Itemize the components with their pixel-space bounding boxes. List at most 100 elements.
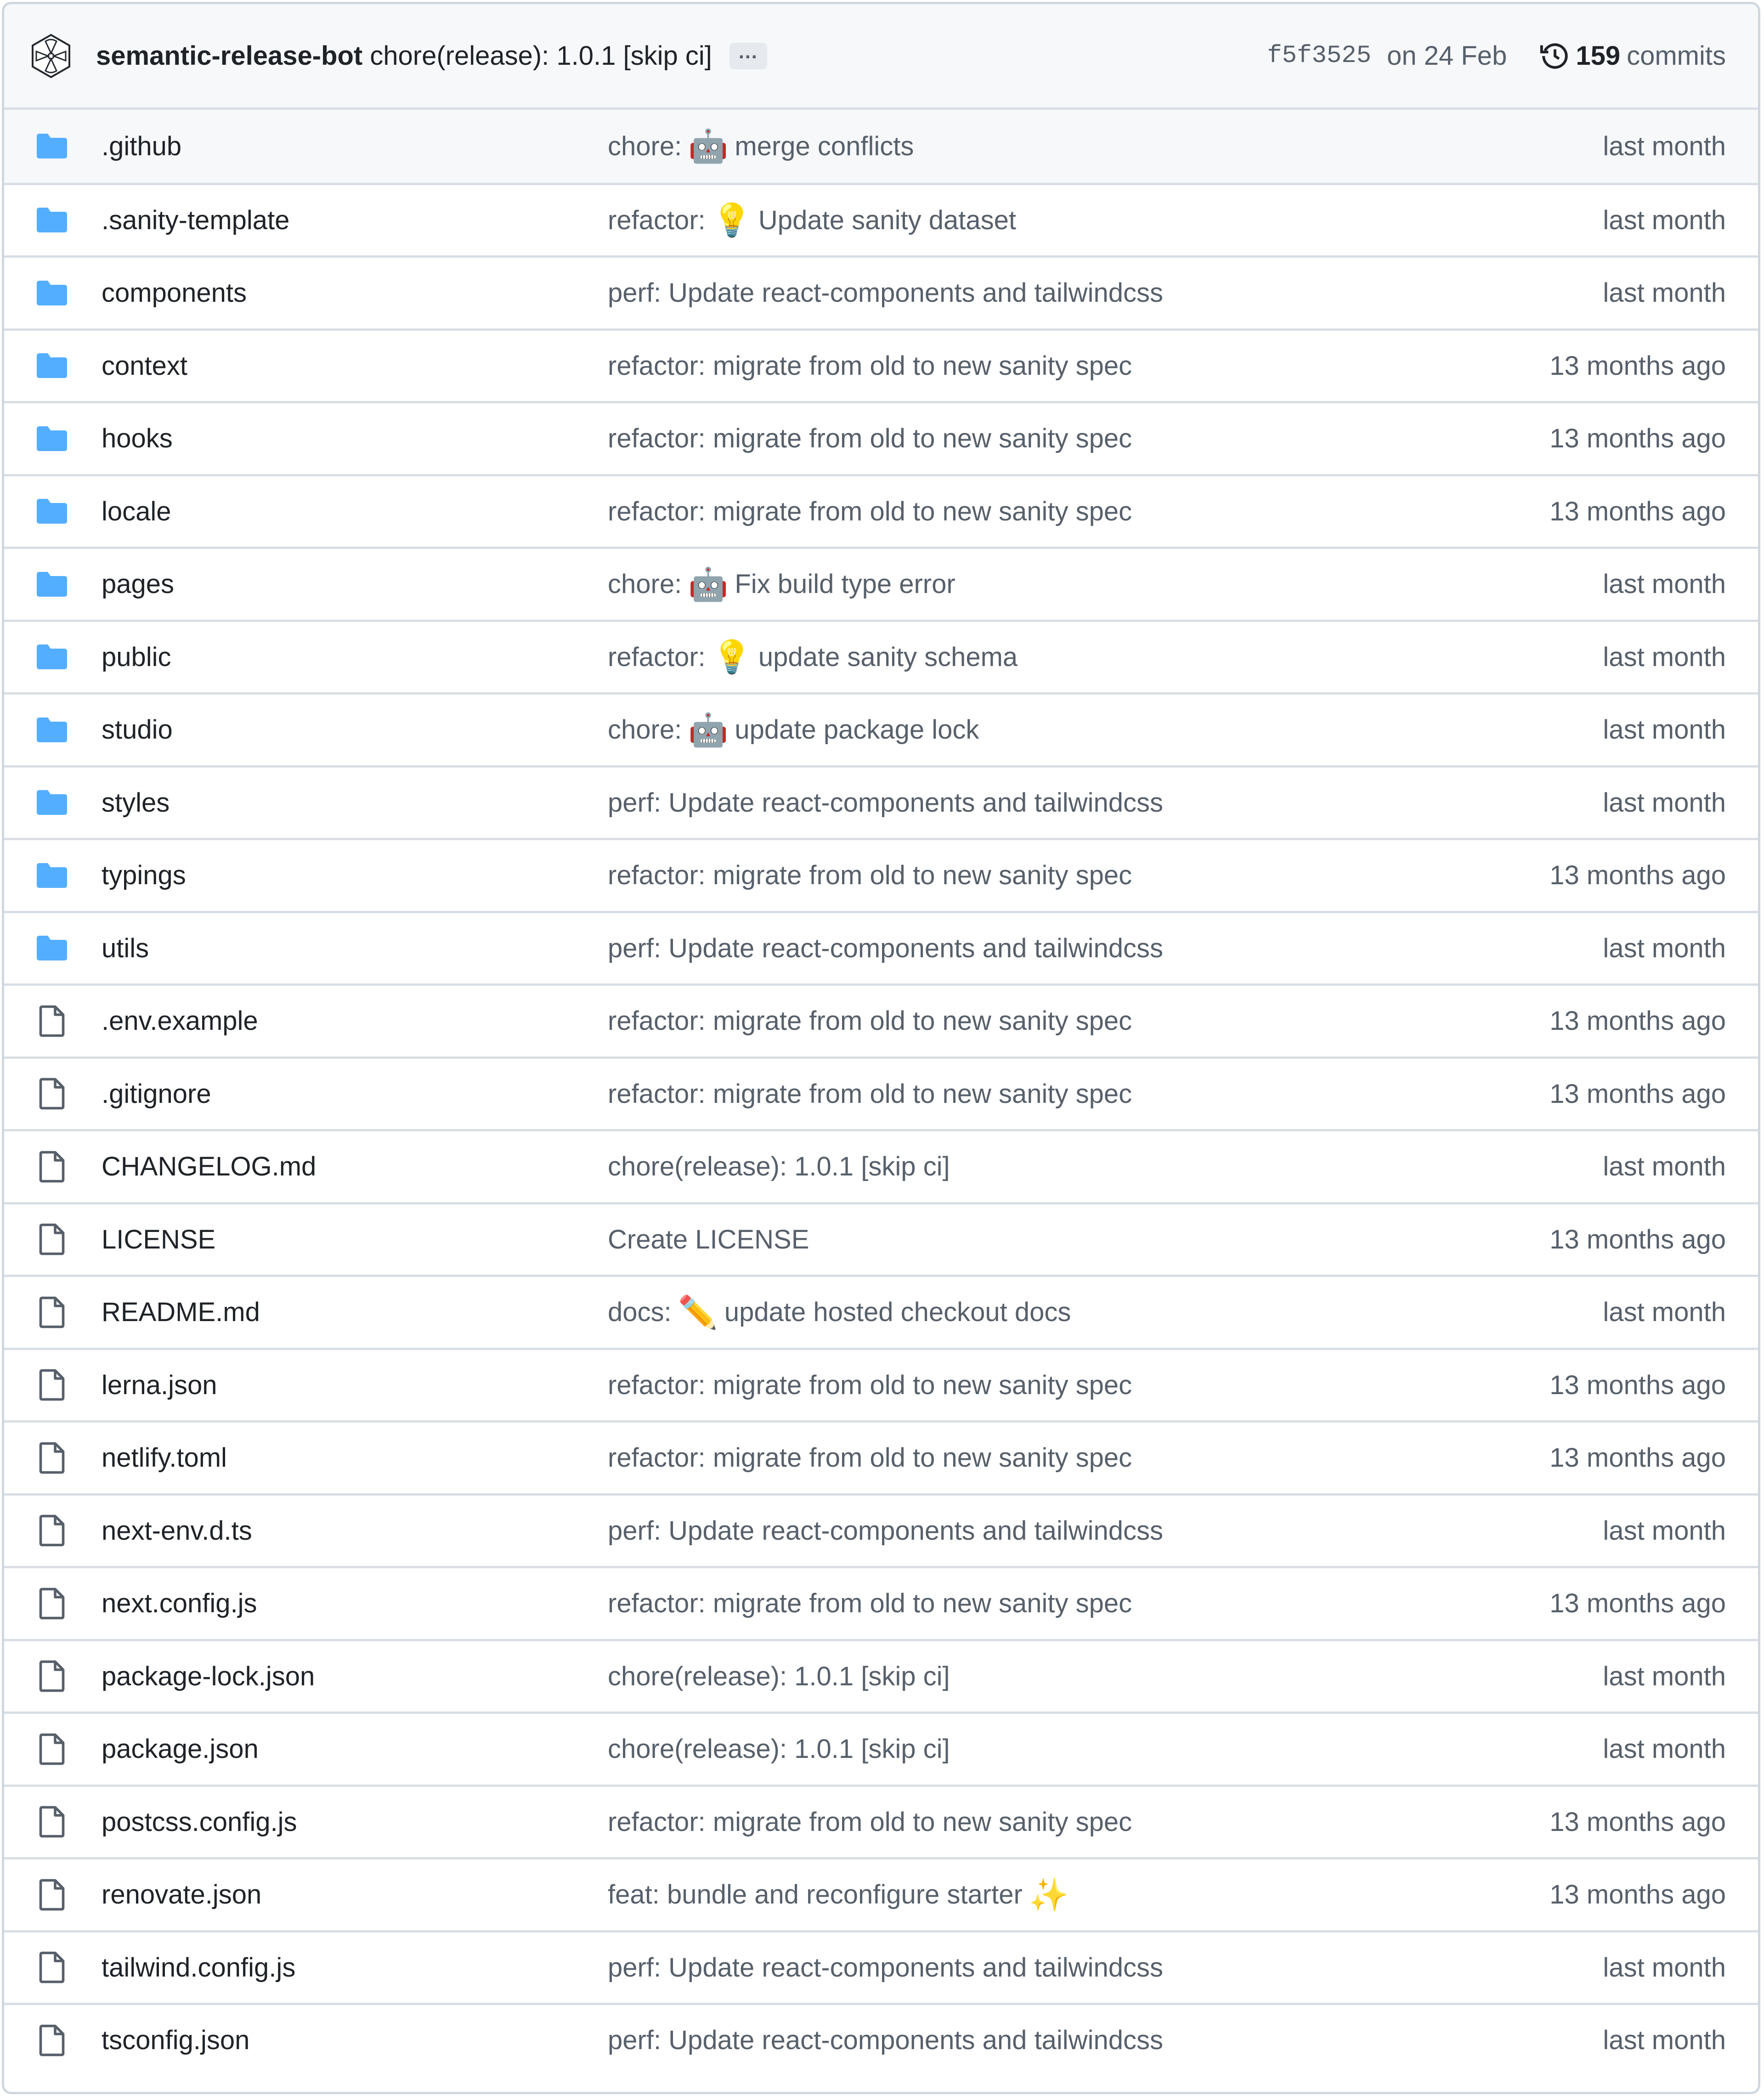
file-row-sanity-template[interactable]: .sanity-template refactor: 💡 Update sanity…	[4, 182, 1758, 256]
commit-message-link[interactable]: chore(release): 1.0.1 [skip ci]	[608, 1734, 1603, 1764]
file-row-package-lock-json[interactable]: package-lock.json chore(release): 1.0.1 …	[4, 1638, 1758, 1712]
file-name-link[interactable]: renovate.json	[102, 1879, 608, 1910]
file-row-env-example[interactable]: .env.example refactor: migrate from old …	[4, 983, 1758, 1056]
commit-message-link[interactable]: refactor: migrate from old to new sanity…	[608, 860, 1549, 891]
file-name-link[interactable]: locale	[102, 496, 608, 527]
commit-emoji-icon: 🤖	[688, 128, 729, 164]
file-row-lerna-json[interactable]: lerna.json refactor: migrate from old to…	[4, 1347, 1758, 1421]
file-row-locale[interactable]: locale refactor: migrate from old to new…	[4, 474, 1758, 547]
file-name-link[interactable]: next.config.js	[102, 1588, 608, 1619]
file-row-public[interactable]: public refactor: 💡 update sanity schema la…	[4, 619, 1758, 693]
commit-message-link[interactable]: feat: bundle and reconfigure starter ✨	[608, 1879, 1549, 1911]
folder-icon	[35, 786, 68, 819]
file-row-changelog-md[interactable]: CHANGELOG.md chore(release): 1.0.1 [skip…	[4, 1129, 1758, 1202]
file-name-link[interactable]: README.md	[102, 1297, 608, 1328]
file-name-link[interactable]: pages	[102, 569, 608, 599]
file-name-link[interactable]: public	[102, 642, 608, 672]
commit-message-link[interactable]: perf: Update react-components and tailwi…	[608, 933, 1603, 964]
commit-message-link[interactable]: refactor: migrate from old to new sanity…	[608, 1370, 1549, 1401]
file-row-postcss-config-js[interactable]: postcss.config.js refactor: migrate from…	[4, 1784, 1758, 1858]
commit-message-link[interactable]: refactor: migrate from old to new sanity…	[608, 1807, 1549, 1837]
commit-message-link[interactable]: refactor: migrate from old to new sanity…	[608, 423, 1549, 454]
file-name-link[interactable]: studio	[102, 714, 608, 745]
commit-message-link[interactable]: refactor: migrate from old to new sanity…	[608, 496, 1549, 527]
file-row-github[interactable]: .github chore: 🤖 merge conflicts last mont…	[4, 110, 1758, 183]
file-name-link[interactable]: .github	[102, 131, 608, 162]
commit-message-link[interactable]: refactor: migrate from old to new sanity…	[608, 1588, 1549, 1619]
file-row-typings[interactable]: typings refactor: migrate from old to ne…	[4, 838, 1758, 911]
file-row-studio[interactable]: studio chore: 🤖 update package lock last m…	[4, 692, 1758, 765]
commit-text: merge conflicts	[735, 131, 914, 161]
commit-message-link[interactable]: chore(release): 1.0.1 [skip ci]	[370, 40, 712, 71]
file-name-link[interactable]: .env.example	[102, 1006, 608, 1036]
file-row-netlify-toml[interactable]: netlify.toml refactor: migrate from old …	[4, 1420, 1758, 1493]
commit-message-link[interactable]: refactor: migrate from old to new sanity…	[608, 350, 1549, 381]
commit-message-link[interactable]: chore: 🤖 update package lock	[608, 714, 1603, 746]
commit-message-link[interactable]: refactor: migrate from old to new sanity…	[608, 1079, 1549, 1109]
file-icon	[35, 1660, 68, 1693]
commit-message-link[interactable]: perf: Update react-components and tailwi…	[608, 277, 1603, 308]
commit-history-link[interactable]: 159 commits	[1539, 40, 1726, 72]
file-name-link[interactable]: hooks	[102, 423, 608, 454]
commit-message-link[interactable]: Create LICENSE	[608, 1224, 1549, 1255]
commit-message-link[interactable]: chore(release): 1.0.1 [skip ci]	[608, 1151, 1603, 1182]
file-row-context[interactable]: context refactor: migrate from old to ne…	[4, 328, 1758, 401]
file-row-utils[interactable]: utils perf: Update react-components and …	[4, 910, 1758, 984]
file-row-package-json[interactable]: package.json chore(release): 1.0.1 [skip…	[4, 1712, 1758, 1785]
file-icon	[35, 1296, 68, 1329]
bot-avatar-icon[interactable]	[28, 33, 74, 79]
file-row-styles[interactable]: styles perf: Update react-components and…	[4, 765, 1758, 838]
file-row-components[interactable]: components perf: Update react-components…	[4, 255, 1758, 328]
file-name-link[interactable]: .gitignore	[102, 1079, 608, 1109]
file-name-link[interactable]: tsconfig.json	[102, 2025, 608, 2056]
commit-age: 13 months ago	[1549, 496, 1726, 526]
file-row-tailwind-config-js[interactable]: tailwind.config.js perf: Update react-co…	[4, 1930, 1758, 2003]
file-row-pages[interactable]: pages chore: 🤖 Fix build type error last m…	[4, 547, 1758, 620]
file-icon	[35, 1951, 68, 1984]
commit-message-link[interactable]: refactor: 💡 Update sanity dataset	[608, 204, 1603, 236]
file-name-link[interactable]: utils	[102, 933, 608, 964]
commit-message-link[interactable]: chore(release): 1.0.1 [skip ci]	[608, 1661, 1603, 1692]
file-row-license[interactable]: LICENSE Create LICENSE 13 months ago	[4, 1202, 1758, 1275]
file-name-link[interactable]: components	[102, 277, 608, 308]
file-row-renovate-json[interactable]: renovate.json feat: bundle and reconfigu…	[4, 1857, 1758, 1930]
expand-message-button[interactable]: …	[729, 41, 767, 69]
file-name-link[interactable]: styles	[102, 787, 608, 818]
file-row-readme-md[interactable]: README.md docs: ✏️ update hosted checkout …	[4, 1275, 1758, 1348]
file-name-link[interactable]: tailwind.config.js	[102, 1952, 608, 1983]
file-row-next-env-d-ts[interactable]: next-env.d.ts perf: Update react-compone…	[4, 1493, 1758, 1566]
file-name-link[interactable]: netlify.toml	[102, 1442, 608, 1473]
commit-message-link[interactable]: perf: Update react-components and tailwi…	[608, 1515, 1603, 1546]
file-name-link[interactable]: .sanity-template	[102, 205, 608, 236]
commit-text: Fix build type error	[735, 569, 956, 599]
commit-message-link[interactable]: perf: Update react-components and tailwi…	[608, 787, 1603, 818]
file-row-next-config-js[interactable]: next.config.js refactor: migrate from ol…	[4, 1566, 1758, 1639]
commit-message-link[interactable]: docs: ✏️ update hosted checkout docs	[608, 1296, 1603, 1328]
file-name-link[interactable]: next-env.d.ts	[102, 1515, 608, 1546]
file-name-link[interactable]: package.json	[102, 1734, 608, 1764]
commit-message-link[interactable]: refactor: migrate from old to new sanity…	[608, 1442, 1549, 1473]
file-row-tsconfig-json[interactable]: tsconfig.json perf: Update react-compone…	[4, 2003, 1758, 2076]
file-name-link[interactable]: lerna.json	[102, 1370, 608, 1401]
file-name-link[interactable]: postcss.config.js	[102, 1807, 608, 1837]
file-icon	[35, 1223, 68, 1256]
commit-age: last month	[1603, 569, 1726, 599]
commit-message-link[interactable]: refactor: 💡 update sanity schema	[608, 641, 1603, 673]
commit-text: Update sanity dataset	[758, 205, 1016, 235]
commit-message-link[interactable]: perf: Update react-components and tailwi…	[608, 1952, 1603, 1983]
commit-message-link[interactable]: refactor: migrate from old to new sanity…	[608, 1006, 1549, 1036]
commit-message-link[interactable]: chore: 🤖 merge conflicts	[608, 130, 1603, 162]
file-name-link[interactable]: context	[102, 350, 608, 381]
file-name-link[interactable]: LICENSE	[102, 1224, 608, 1255]
file-name-link[interactable]: typings	[102, 860, 608, 891]
commit-message-link[interactable]: chore: 🤖 Fix build type error	[608, 568, 1603, 600]
file-row-gitignore[interactable]: .gitignore refactor: migrate from old to…	[4, 1056, 1758, 1130]
file-row-hooks[interactable]: hooks refactor: migrate from old to new …	[4, 401, 1758, 474]
file-icon	[35, 1514, 68, 1547]
file-name-link[interactable]: CHANGELOG.md	[102, 1151, 608, 1182]
commit-sha-link[interactable]: f5f3525	[1267, 42, 1371, 70]
file-name-link[interactable]: package-lock.json	[102, 1661, 608, 1692]
commit-author-link[interactable]: semantic-release-bot	[96, 40, 362, 71]
commit-message-link[interactable]: perf: Update react-components and tailwi…	[608, 2025, 1603, 2056]
folder-icon	[35, 568, 68, 601]
